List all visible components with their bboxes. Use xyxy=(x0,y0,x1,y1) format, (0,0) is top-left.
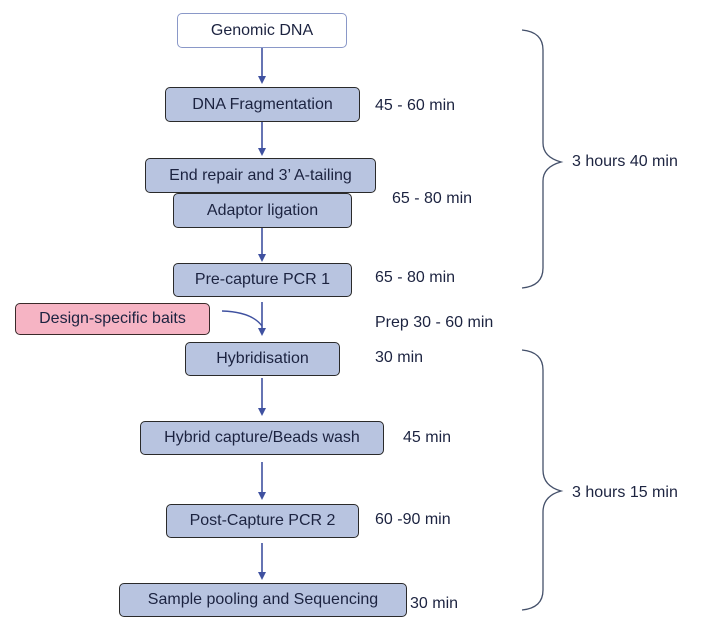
step-hybrid-capture: Hybrid capture/Beads wash xyxy=(140,421,384,455)
duration-hybridisation: 30 min xyxy=(375,349,424,366)
step-hybridisation: Hybridisation xyxy=(185,342,340,376)
step-label: Hybridisation xyxy=(216,350,309,367)
duration-baits-prep: Prep 30 - 60 min xyxy=(375,314,494,331)
step-label: Pre-capture PCR 1 xyxy=(194,271,331,288)
step-genomic-dna: Genomic DNA xyxy=(177,13,347,48)
step-label: Sample pooling and Sequencing xyxy=(147,591,379,608)
arrow-baits-to-hybridisation xyxy=(221,310,263,327)
duration-post-capture-pcr: 60 -90 min xyxy=(375,511,451,528)
group-label-stage-2: 3 hours 15 min xyxy=(572,484,678,501)
step-label: Hybrid capture/Beads wash xyxy=(164,429,360,446)
step-adaptor-ligation: Adaptor ligation xyxy=(173,193,352,228)
step-design-specific-baits: Design-specific baits xyxy=(15,303,210,335)
step-label: Post-Capture PCR 2 xyxy=(189,512,336,529)
duration-hybrid-capture: 45 min xyxy=(403,429,452,446)
step-label: Design-specific baits xyxy=(39,310,186,327)
step-post-capture-pcr: Post-Capture PCR 2 xyxy=(166,504,359,538)
step-label: Genomic DNA xyxy=(210,21,314,39)
step-label: End repair and 3’ A-tailing xyxy=(169,166,352,184)
step-end-repair: End repair and 3’ A-tailing xyxy=(145,158,376,193)
step-label: DNA Fragmentation xyxy=(192,95,333,113)
step-pre-capture-pcr: Pre-capture PCR 1 xyxy=(173,263,352,297)
duration-pre-capture-pcr: 65 - 80 min xyxy=(375,269,456,286)
step-dna-fragmentation: DNA Fragmentation xyxy=(165,87,360,122)
brace-stage-2 xyxy=(521,349,564,611)
duration-dna-fragmentation: 45 - 60 min xyxy=(375,97,456,114)
duration-end-repair-ligation: 65 - 80 min xyxy=(392,190,473,207)
step-pooling-sequencing: Sample pooling and Sequencing xyxy=(119,583,407,617)
group-label-stage-1: 3 hours 40 min xyxy=(572,153,678,170)
duration-pooling-sequencing: 30 min xyxy=(410,595,459,612)
brace-stage-1 xyxy=(521,29,564,289)
workflow-diagram: Genomic DNA DNA Fragmentation 45 - 60 mi… xyxy=(0,0,705,629)
step-label: Adaptor ligation xyxy=(206,201,319,219)
